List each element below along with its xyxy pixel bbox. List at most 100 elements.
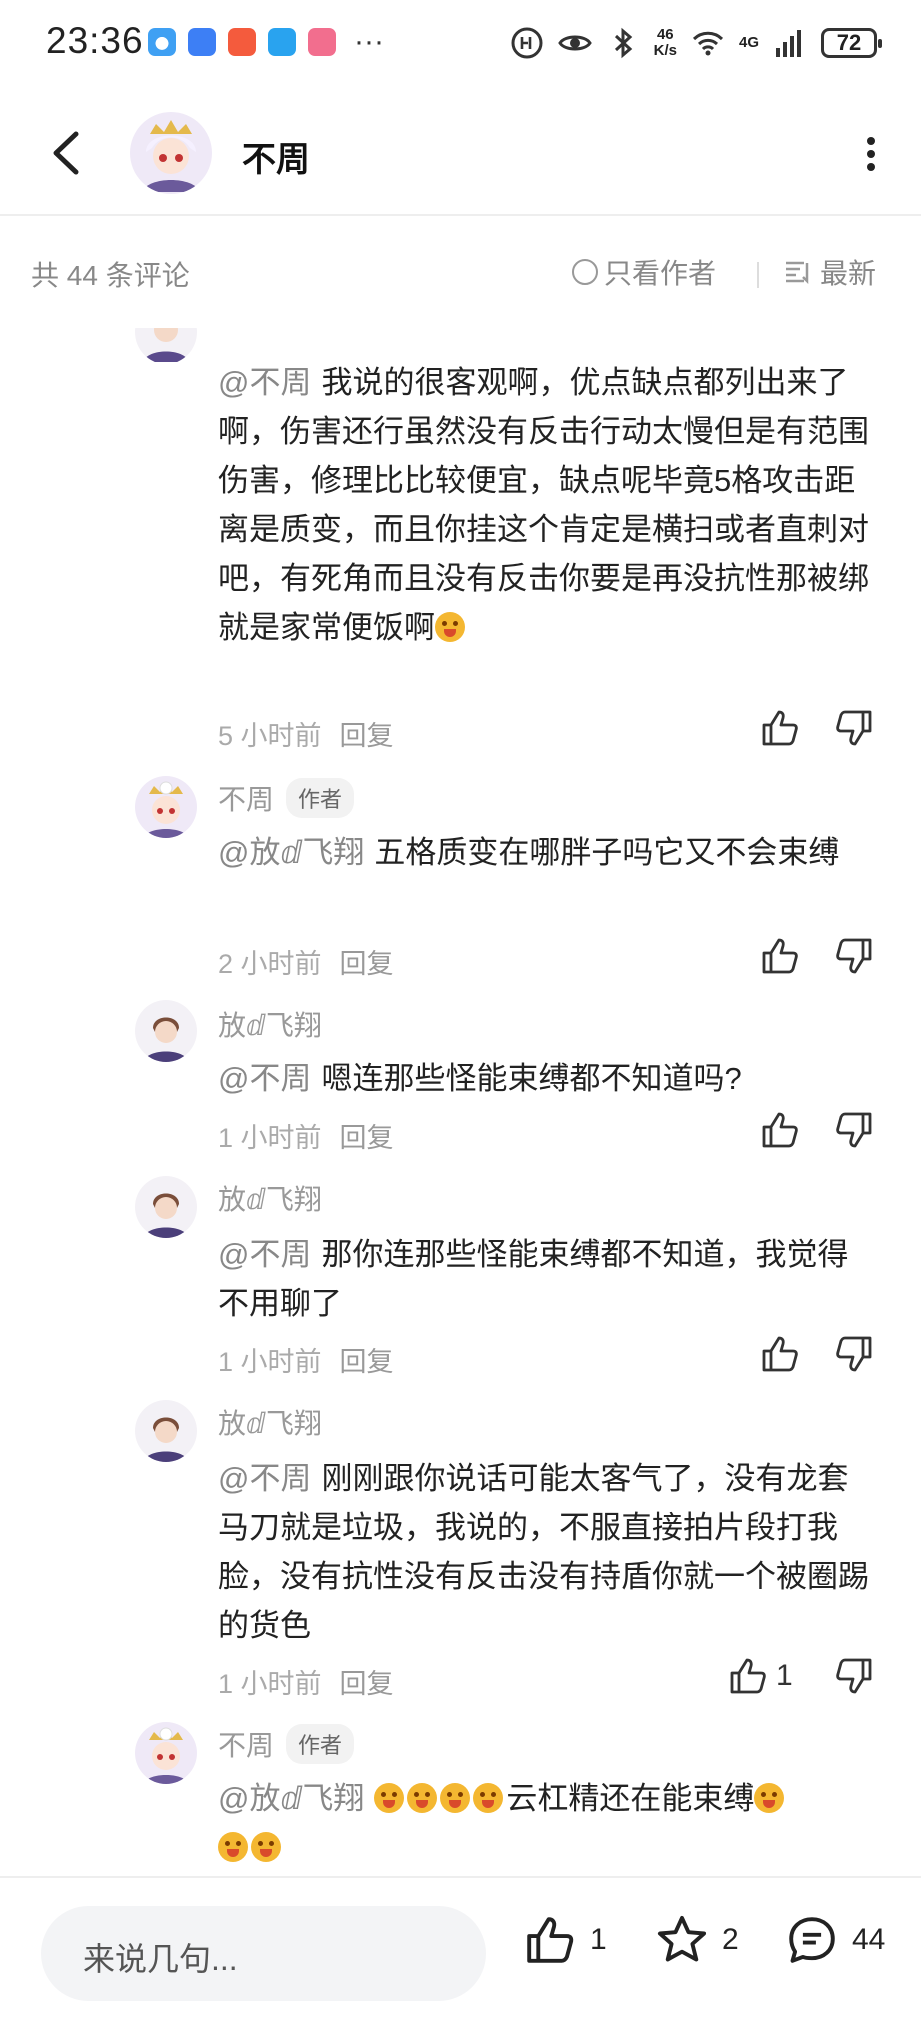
grin-emoji-icon xyxy=(435,612,465,642)
top-nav-bar: 不周 xyxy=(0,92,921,216)
more-notifications-icon: ··· xyxy=(354,25,384,58)
favorite-count: 2 xyxy=(722,1923,739,1956)
dislike-button[interactable] xyxy=(834,1334,874,1374)
more-options-icon[interactable] xyxy=(865,136,877,172)
mention[interactable]: @放ⅆ飞翔 xyxy=(218,835,364,870)
laugh-emoji-icon xyxy=(440,1783,471,1813)
chat-app-icon xyxy=(268,28,296,56)
comment-meta: 2 小时前 回复 xyxy=(218,942,394,981)
avatar[interactable] xyxy=(135,1400,197,1462)
comment-input-placeholder: 来说几句... xyxy=(83,1941,238,1977)
hd-call-icon xyxy=(511,27,543,59)
shocked-emoji-icon xyxy=(754,1783,785,1813)
comment-author: 不周 作者 xyxy=(218,1724,355,1764)
dislike-button[interactable] xyxy=(834,1656,874,1696)
mention[interactable]: @不周 xyxy=(218,365,311,400)
reply-button[interactable]: 回复 xyxy=(340,942,394,981)
comment-count: 共 44 条评论 xyxy=(31,260,190,291)
bottom-action-bar: 来说几句... 1 2 44 xyxy=(0,1876,921,2027)
post-like-count: 1 xyxy=(590,1923,607,1956)
back-arrow-icon[interactable] xyxy=(46,128,86,178)
signal-icon xyxy=(776,30,801,57)
like-count: 1 xyxy=(776,1659,793,1692)
thumbs-up-icon xyxy=(762,938,798,974)
comment-text: @不周 那你连那些怪能束缚都不知道，我觉得不用聊了 xyxy=(218,1237,849,1321)
dislike-button[interactable] xyxy=(834,1110,874,1150)
comment-author: 不周 作者 xyxy=(218,778,355,818)
like-button[interactable] xyxy=(760,1110,800,1150)
shocked-emoji-icon xyxy=(251,1832,281,1862)
username[interactable]: 放ⅆ飞翔 xyxy=(218,1178,322,1218)
username[interactable]: 不周 xyxy=(218,1724,274,1764)
comment-author: 放ⅆ飞翔 xyxy=(218,1178,322,1218)
username[interactable]: 不周 xyxy=(218,778,274,818)
author-avatar[interactable] xyxy=(130,112,212,194)
system-icons: 46 K/s 4G 72 xyxy=(510,26,882,60)
author-badge: 作者 xyxy=(286,1724,355,1764)
thumbs-up-icon xyxy=(762,1112,798,1148)
username[interactable]: 放ⅆ飞翔 xyxy=(218,1402,322,1442)
thumbs-down-icon xyxy=(836,1336,872,1372)
comment-text: @不周 刚刚跟你说话可能太客气了，没有龙套马刀就是垃圾，我说的，不服直接拍片段打我… xyxy=(218,1461,869,1643)
sort-label: 最新 xyxy=(820,258,877,289)
reply-button[interactable]: 回复 xyxy=(340,1340,394,1379)
like-button[interactable] xyxy=(760,936,800,976)
comment-meta: 5 小时前 回复 xyxy=(218,714,394,753)
video-app-icon xyxy=(228,28,256,56)
comment-total: 44 xyxy=(852,1923,886,1956)
dislike-button[interactable] xyxy=(834,936,874,976)
wifi-icon xyxy=(692,31,724,56)
comment-input[interactable]: 来说几句... xyxy=(41,1906,486,2001)
like-button[interactable]: 1 xyxy=(728,1656,793,1696)
comment-time: 1 小时前 xyxy=(218,1669,322,1699)
reply-button[interactable]: 回复 xyxy=(340,1116,394,1155)
like-button[interactable] xyxy=(760,708,800,748)
comment-time: 5 小时前 xyxy=(218,721,322,751)
laugh-emoji-icon xyxy=(473,1783,504,1813)
reply-button[interactable]: 回复 xyxy=(340,1662,394,1701)
bluetooth-icon xyxy=(614,27,632,59)
comment-toolbar: 共 44 条评论 只看作者 最新 xyxy=(0,240,921,310)
username[interactable]: 放ⅆ飞翔 xyxy=(218,1004,322,1044)
dislike-button[interactable] xyxy=(834,708,874,748)
only-author-label: 只看作者 xyxy=(604,258,717,289)
author-badge: 作者 xyxy=(286,778,355,818)
thumbs-up-icon xyxy=(762,710,798,746)
mention[interactable]: @不周 xyxy=(218,1061,311,1096)
post-like-button[interactable]: 1 xyxy=(524,1914,607,1966)
favorite-button[interactable]: 2 xyxy=(656,1914,739,1966)
mention[interactable]: @放ⅆ飞翔 xyxy=(218,1781,364,1816)
sort-icon xyxy=(786,261,809,285)
thumbs-up-icon xyxy=(730,1658,766,1694)
thumbs-up-icon xyxy=(527,1917,574,1963)
avatar[interactable] xyxy=(135,1722,197,1784)
like-button[interactable] xyxy=(760,1334,800,1374)
page-title: 不周 xyxy=(242,141,310,179)
only-author-toggle[interactable]: 只看作者 xyxy=(572,252,716,292)
comments-button[interactable]: 44 xyxy=(786,1914,885,1966)
avatar[interactable] xyxy=(135,1176,197,1238)
thumbs-down-icon xyxy=(836,1112,872,1148)
thumbs-up-icon xyxy=(762,1336,798,1372)
status-time: 23:36 xyxy=(46,20,144,61)
comment-meta: 1 小时前 回复 xyxy=(218,1662,394,1701)
laugh-emoji-icon xyxy=(407,1783,438,1813)
sort-button[interactable]: 最新 xyxy=(784,252,876,292)
avatar[interactable] xyxy=(135,776,197,838)
mention[interactable]: @不周 xyxy=(218,1461,311,1496)
shocked-emoji-icon xyxy=(218,1832,248,1862)
mention[interactable]: @不周 xyxy=(218,1237,311,1272)
comment-meta: 1 小时前 回复 xyxy=(218,1116,394,1155)
comment-author: 放ⅆ飞翔 xyxy=(218,1004,322,1044)
battery-icon: 72 xyxy=(821,28,882,58)
comment-text: @放ⅆ飞翔 云杠精还在能束缚 xyxy=(218,1774,878,1872)
avatar[interactable] xyxy=(135,1000,197,1062)
thumbs-down-icon xyxy=(836,710,872,746)
star-icon xyxy=(657,1915,707,1962)
reply-button[interactable]: 回复 xyxy=(340,714,394,753)
network-type: 4G xyxy=(738,34,759,51)
transfer-app-icon xyxy=(188,28,216,56)
radio-circle-icon xyxy=(572,259,598,285)
eye-icon xyxy=(557,35,592,51)
notification-icons: ··· xyxy=(148,25,384,58)
